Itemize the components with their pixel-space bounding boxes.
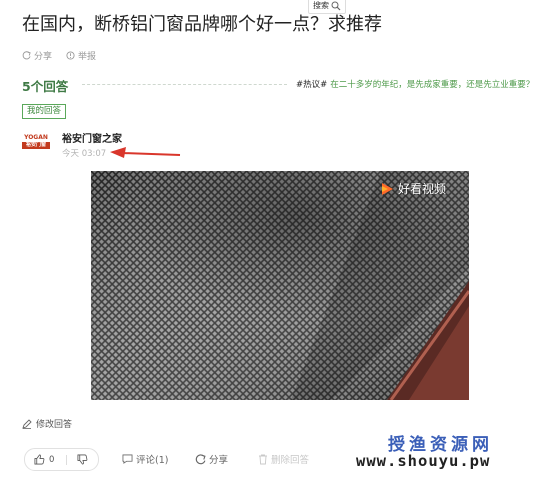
- report-link[interactable]: 举报: [66, 49, 96, 62]
- answer-share-button[interactable]: 分享: [195, 452, 228, 466]
- pencil-icon: [22, 418, 32, 429]
- question-actions: 分享 举报: [22, 49, 96, 62]
- annotation-arrow-icon: [110, 147, 181, 158]
- question-share-link[interactable]: 分享: [22, 49, 52, 62]
- answer-count: 5个回答: [22, 79, 69, 94]
- watermark-url: www.shouyu.pw: [356, 452, 491, 470]
- my-answer-tag[interactable]: 我的回答: [22, 104, 67, 119]
- like-count: 0: [49, 454, 55, 465]
- report-label: 举报: [78, 52, 97, 62]
- author-name[interactable]: 裕安门窗之家: [62, 130, 122, 145]
- thumbs-down-icon: [77, 454, 88, 465]
- comment-label: 评论(1): [136, 455, 169, 466]
- video-brand: 好看视频: [380, 180, 446, 197]
- video-thumbnail[interactable]: [91, 171, 469, 400]
- delete-answer-button[interactable]: 删除回答: [258, 452, 309, 466]
- comment-icon: [122, 454, 133, 464]
- hot-topic[interactable]: #热议# 在二十多岁的年纪，是先成家重要，还是先立业重要？: [296, 78, 534, 90]
- trash-icon: [259, 454, 267, 464]
- avatar-logo-subtext: 裕安门窗: [22, 142, 50, 149]
- question-title: 在国内，断桥铝门窗品牌哪个好一点？求推荐: [22, 14, 382, 35]
- dislike-button[interactable]: [67, 454, 88, 465]
- video-brand-label: 好看视频: [398, 182, 447, 196]
- answer-time: 今天 03:07: [62, 149, 107, 159]
- answer-share-label: 分享: [209, 455, 229, 466]
- hot-topic-link[interactable]: 在二十多岁的年纪，是先成家重要，还是先立业重要？: [330, 80, 534, 90]
- thumbs-up-icon: [34, 454, 45, 465]
- share-icon: [195, 453, 206, 464]
- edit-answer-label: 修改回答: [36, 420, 73, 430]
- vote-control: 0: [24, 448, 99, 471]
- share-icon: [22, 51, 31, 60]
- share-label: 分享: [34, 52, 53, 62]
- edit-answer-button[interactable]: 修改回答: [22, 417, 72, 430]
- warning-icon: [66, 51, 75, 60]
- divider: [82, 84, 287, 85]
- delete-answer-label: 删除回答: [271, 455, 310, 466]
- comment-button[interactable]: 评论(1): [122, 452, 168, 466]
- hot-tag: #热议#: [296, 80, 328, 90]
- like-button[interactable]: 0: [25, 454, 66, 465]
- avatar-logo-text: YOGAN: [24, 134, 48, 141]
- play-icon: [382, 182, 393, 195]
- avatar[interactable]: YOGAN 裕安门窗: [22, 133, 50, 153]
